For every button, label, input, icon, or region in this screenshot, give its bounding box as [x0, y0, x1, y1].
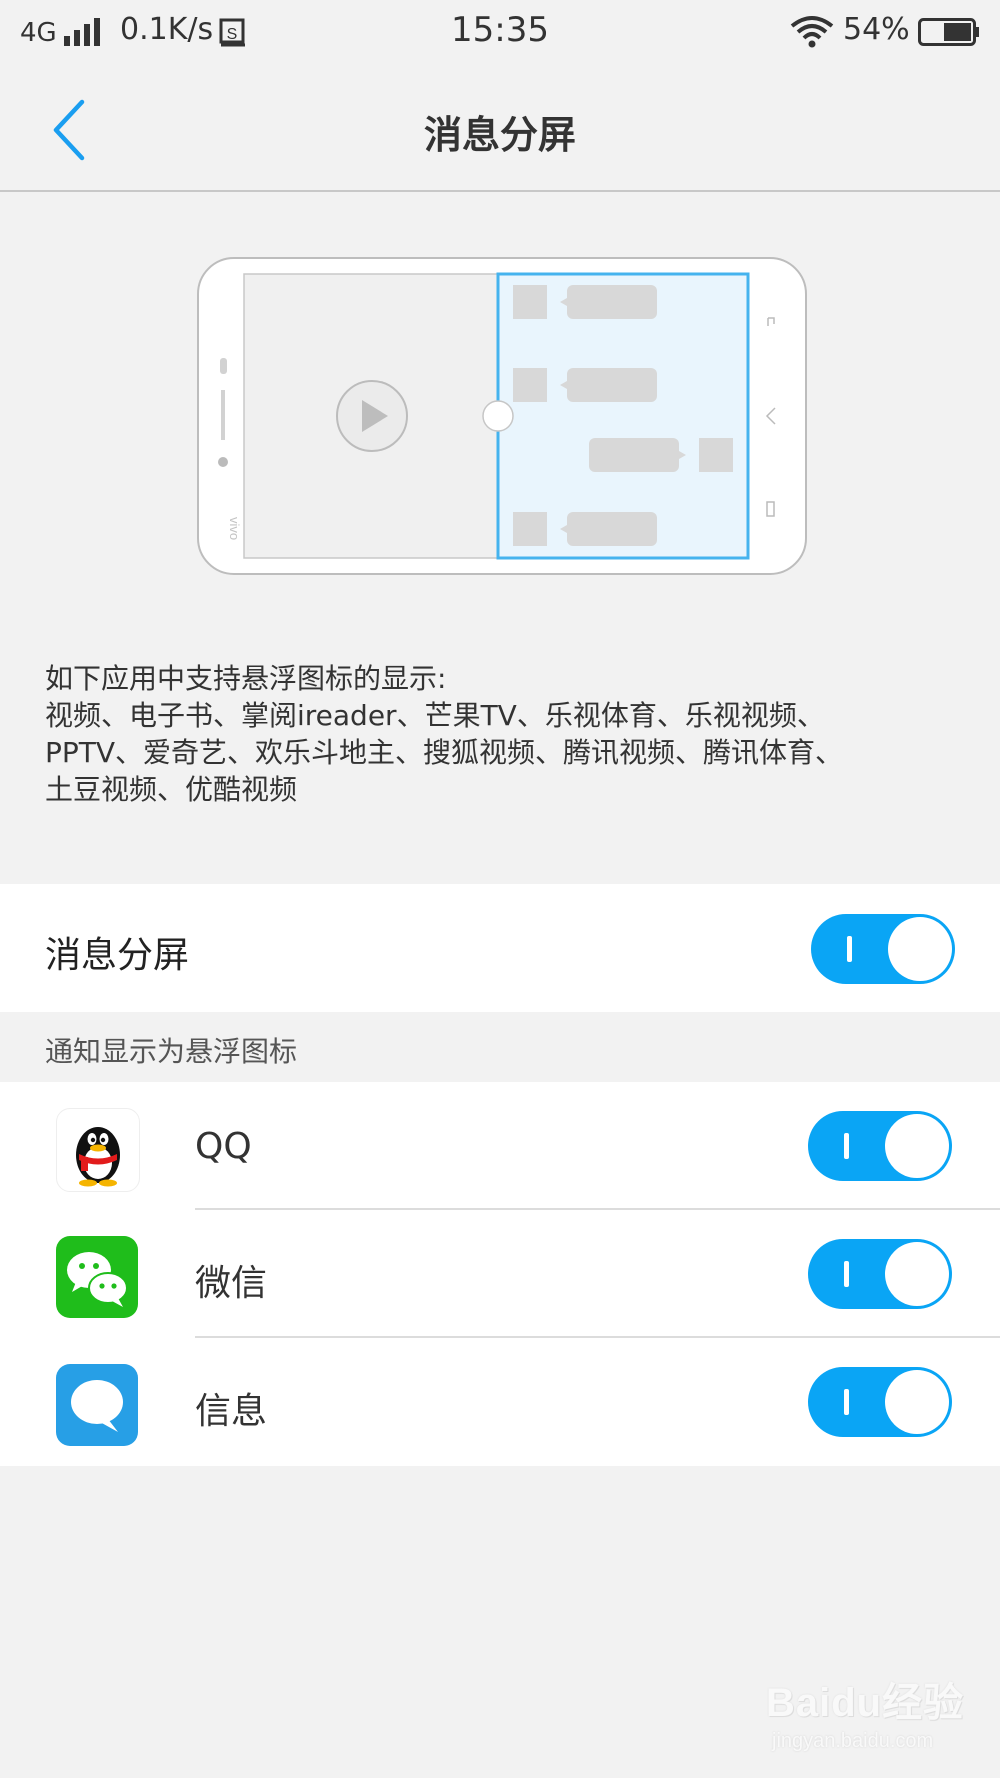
- messages-toggle[interactable]: [808, 1367, 952, 1437]
- description-line: 视频、电子书、掌阅ireader、芒果TV、乐视体育、乐视视频、: [45, 699, 825, 732]
- page-title: 消息分屏: [423, 113, 576, 157]
- section-header: 通知显示为悬浮图标: [0, 1012, 1000, 1082]
- avatar-placeholder: [699, 438, 733, 472]
- status-bar: 4G 0.1K/s S 15:35 54%: [0, 0, 1000, 68]
- list-item-messages: 信息: [0, 1338, 1000, 1466]
- avatar-placeholder: [513, 512, 547, 546]
- battery-icon: [918, 18, 979, 46]
- app-name-messages: 信息: [195, 1391, 268, 1432]
- bubble-placeholder: [589, 438, 679, 472]
- list-item-qq: QQ: [0, 1082, 1000, 1210]
- wechat-icon: [56, 1236, 138, 1318]
- avatar-placeholder: [513, 368, 547, 402]
- wifi-icon: [790, 16, 834, 48]
- wechat-toggle[interactable]: [808, 1239, 952, 1309]
- watermark-brand: Baidu经验: [766, 1681, 965, 1725]
- app-name-wechat: 微信: [195, 1263, 268, 1304]
- avatar-placeholder: [513, 285, 547, 319]
- qq-toggle[interactable]: [808, 1111, 952, 1181]
- battery-percent: 54%: [843, 12, 910, 47]
- list-item-wechat: 微信: [0, 1210, 1000, 1338]
- bubble-placeholder: [567, 368, 657, 402]
- messages-icon: [56, 1364, 138, 1446]
- qq-penguin-icon: [56, 1108, 140, 1192]
- bubble-placeholder: [567, 512, 657, 546]
- watermark-url: jingyan.baidu.com: [772, 1730, 934, 1752]
- phone-brand-mark: vivo: [227, 517, 242, 540]
- description-line: PPTV、爱奇艺、欢乐斗地主、搜狐视频、腾讯视频、腾讯体育、: [45, 736, 844, 769]
- phone-side-detail: [220, 358, 227, 374]
- split-screen-toggle[interactable]: [811, 914, 955, 984]
- description-heading: 如下应用中支持悬浮图标的显示:: [45, 662, 447, 695]
- app-name-qq: QQ: [195, 1126, 252, 1167]
- title-bar: 消息分屏: [0, 68, 1000, 192]
- supported-apps-description: 如下应用中支持悬浮图标的显示: 视频、电子书、掌阅ireader、芒果TV、乐视…: [45, 660, 965, 808]
- bubble-placeholder: [567, 285, 657, 319]
- split-screen-setting-row: 消息分屏: [0, 884, 1000, 1012]
- baidu-watermark: Baidu经验 jingyan.baidu.com: [760, 1668, 980, 1760]
- description-line: 土豆视频、优酷视频: [45, 773, 298, 806]
- split-screen-illustration: vivo: [197, 257, 807, 575]
- split-screen-label: 消息分屏: [45, 935, 190, 976]
- app-list: QQ 微信 信息: [0, 1082, 1000, 1466]
- divider-handle-icon: [482, 400, 514, 432]
- section-header-label: 通知显示为悬浮图标: [45, 1035, 298, 1068]
